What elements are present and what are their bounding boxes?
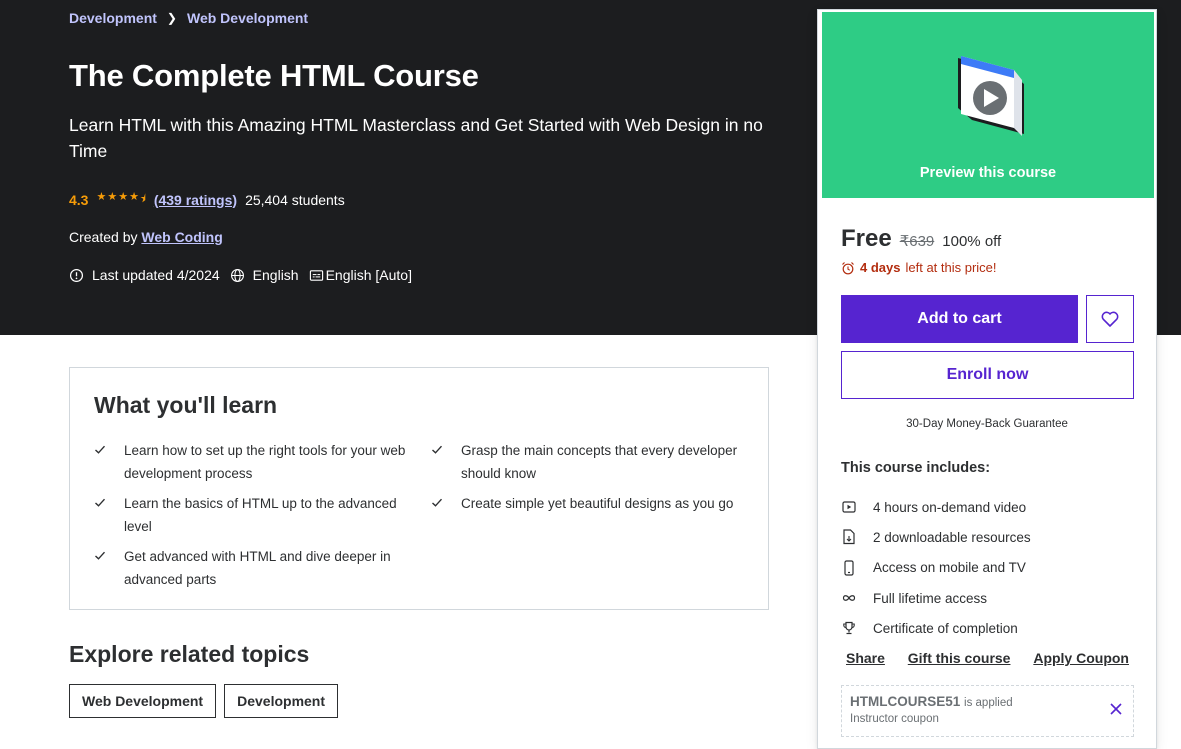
wishlist-button[interactable] [1086,295,1134,343]
learn-item: Create simple yet beautiful designs as y… [431,493,754,538]
star-icon: ★ [118,191,129,203]
created-by: Created by Web Coding [69,229,223,245]
learn-item: Get advanced with HTML and dive deeper i… [94,546,431,591]
closed-captions-icon [309,269,323,281]
gift-course-link[interactable]: Gift this course [908,650,1011,666]
course-meta: Last updated 4/2024 English English [Aut… [69,267,422,283]
half-star-icon: ⯨ [139,193,146,205]
breadcrumb-item-web-development[interactable]: Web Development [187,10,308,26]
applied-coupon: HTMLCOURSE51 is applied Instructor coupo… [841,685,1134,737]
includes-item-text: Certificate of completion [873,620,1018,636]
rating-stars: ★ ★ ★ ★ ⯨ [96,190,145,209]
download-file-icon [841,529,857,545]
chevron-right-icon: ❯ [166,11,177,25]
check-icon [432,445,443,454]
related-topics: Web Development Development [69,684,339,718]
learn-item-text: Get advanced with HTML and dive deeper i… [124,549,391,587]
preview-label: Preview this course [919,165,1057,181]
includes-item-text: Access on mobile and TV [873,560,1026,576]
learn-item-text: Learn how to set up the right tools for … [124,443,406,481]
breadcrumb-item-development[interactable]: Development [69,10,157,26]
close-icon[interactable] [1109,702,1123,716]
mobile-icon [841,560,857,576]
includes-item-text: 4 hours on-demand video [873,499,1027,515]
current-price: Free [841,225,892,252]
language: English [230,267,299,283]
created-by-label: Created by [69,229,138,245]
coupon-kind: Instructor coupon [850,713,939,725]
trophy-icon [841,620,857,636]
ratings-link[interactable]: (439 ratings) [154,192,237,208]
includes-item: Access on mobile and TV [841,553,1031,583]
learn-item: Learn the basics of HTML up to the advan… [94,493,431,538]
rating-row: 4.3 ★ ★ ★ ★ ⯨ (439 ratings) 25,404 stude… [69,190,345,209]
coupon-applied-text: is applied [964,697,1013,709]
globe-icon [230,268,244,282]
enroll-now-button[interactable]: Enroll now [841,351,1134,399]
related-topics-title: Explore related topics [69,641,310,667]
learn-list: Learn how to set up the right tools for … [94,440,754,591]
includes-item: Full lifetime access [841,583,1031,613]
includes-item: 2 downloadable resources [841,522,1031,552]
timer-days: 4 days [860,260,901,275]
includes-title: This course includes: [841,460,991,476]
star-icon: ★ [107,191,118,203]
course-subtitle: Learn HTML with this Amazing HTML Master… [69,115,763,161]
original-price: ₹639 [899,233,935,250]
timer-text: left at this price! [905,260,997,275]
learn-item-text: Learn the basics of HTML up to the advan… [124,496,397,534]
price-timer: 4 days left at this price! [841,260,997,275]
rating-score: 4.3 [69,191,89,208]
check-icon [95,498,106,507]
money-back-guarantee: 30-Day Money-Back Guarantee [906,418,1068,430]
star-icon: ★ [96,191,107,203]
includes-item-text: 2 downloadable resources [873,529,1031,545]
coupon-line: HTMLCOURSE51 is applied [850,694,1125,709]
video-icon [841,499,857,515]
learn-item: Learn how to set up the right tools for … [94,440,431,485]
price-row: Free ₹639 100% off [841,225,1001,253]
video-player-icon [958,56,1024,136]
breadcrumb: Development ❯ Web Development [69,10,308,26]
last-updated: Last updated 4/2024 [69,267,220,283]
discount-percent: 100% off [942,233,1002,250]
captions: English [Auto] [309,267,412,283]
what-you-will-learn: What you'll learn Learn how to set up th… [69,367,769,610]
includes-list: 4 hours on-demand video 2 downloadable r… [841,492,1031,643]
add-to-cart-button[interactable]: Add to cart [841,295,1078,343]
check-icon [95,445,106,454]
learn-item-text: Grasp the main concepts that every devel… [461,443,738,481]
last-updated-text: Last updated 4/2024 [92,267,220,283]
alarm-clock-icon [842,261,854,274]
infinity-icon [841,590,857,606]
alert-badge-icon [69,268,84,282]
star-icon: ★ [129,191,139,203]
heart-icon [1101,311,1119,327]
purchase-card: Preview this course Free ₹639 100% off 4… [817,9,1157,749]
captions-text: English [Auto] [325,267,412,283]
share-link[interactable]: Share [846,650,885,666]
course-preview[interactable]: Preview this course [822,12,1154,198]
instructor-link[interactable]: Web Coding [141,229,222,245]
students-count: 25,404 students [245,191,345,208]
coupon-code: HTMLCOURSE51 [850,694,961,709]
includes-item: 4 hours on-demand video [841,492,1031,522]
course-title: The Complete HTML Course [69,58,479,93]
learn-item-text: Create simple yet beautiful designs as y… [461,496,734,511]
includes-item-text: Full lifetime access [873,590,988,606]
check-icon [432,498,443,507]
check-icon [95,551,106,560]
card-links: Share Gift this course Apply Coupon [841,650,1134,666]
topic-development[interactable]: Development [224,684,339,718]
language-text: English [252,267,299,283]
apply-coupon-link[interactable]: Apply Coupon [1033,650,1129,666]
learn-item: Grasp the main concepts that every devel… [431,440,754,485]
includes-item: Certificate of completion [841,613,1031,643]
topic-web-development[interactable]: Web Development [69,684,217,718]
learn-title: What you'll learn [94,392,278,418]
